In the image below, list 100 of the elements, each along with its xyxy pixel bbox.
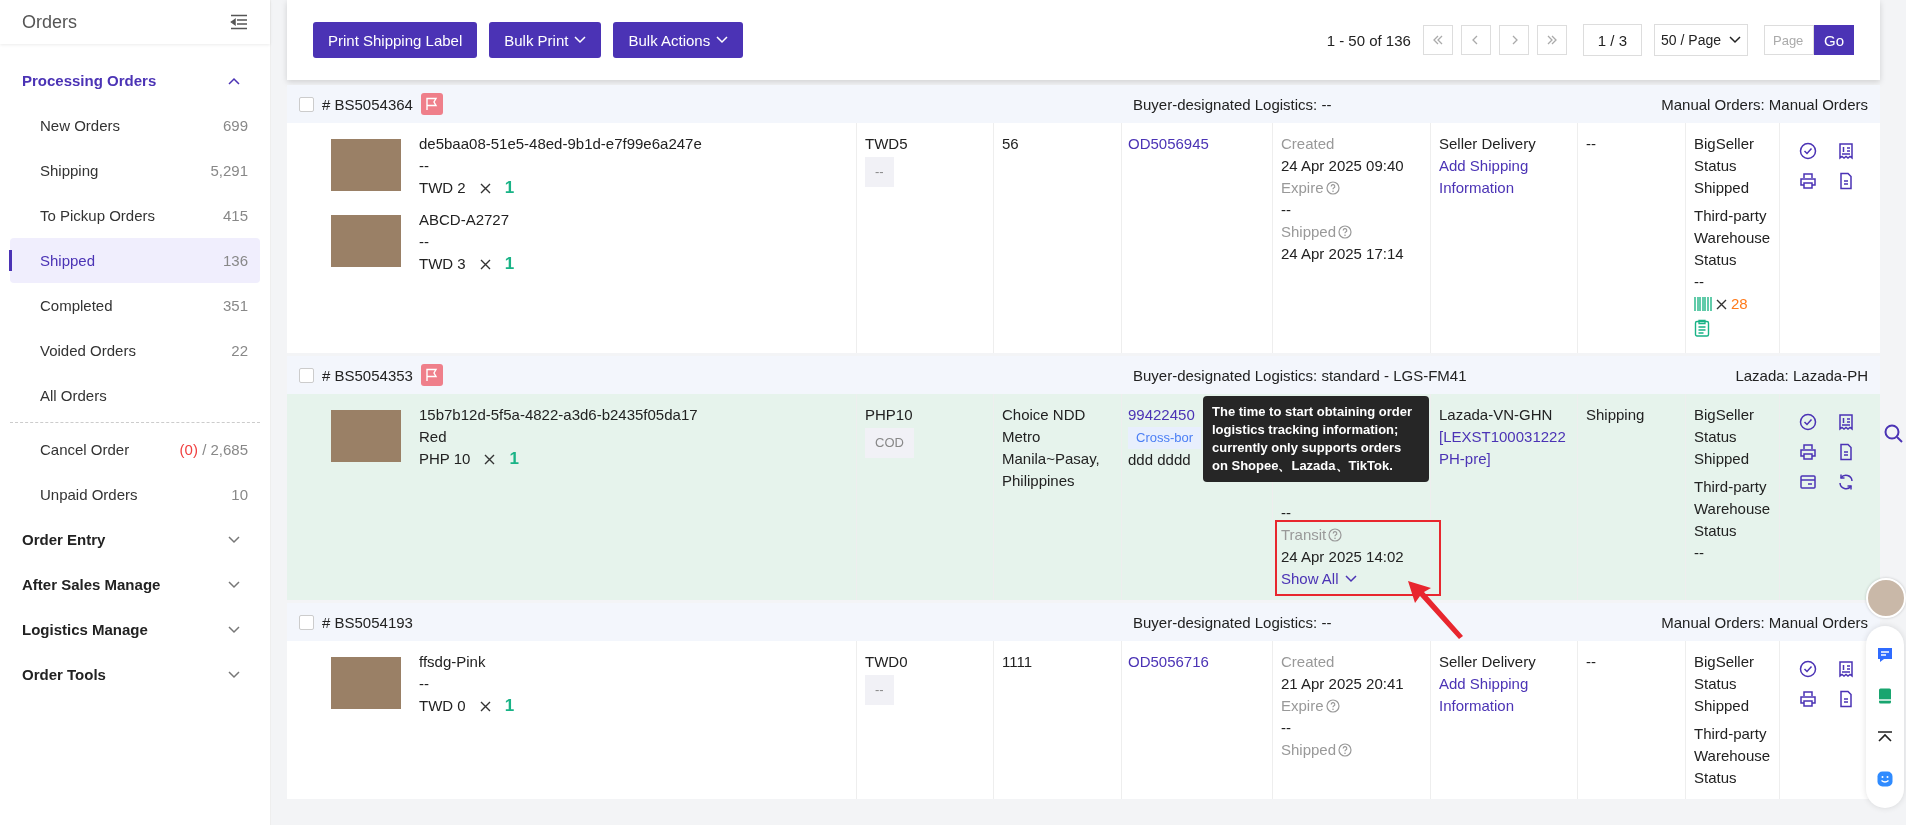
- collapse-menu-icon[interactable]: [230, 14, 248, 30]
- time-label: Shipped: [1281, 222, 1337, 242]
- tracking-status: Shipping: [1586, 405, 1646, 425]
- item-label: New Orders: [40, 117, 121, 134]
- tracking-status: --: [1586, 134, 1597, 154]
- book-icon[interactable]: [1876, 687, 1894, 706]
- check-circle-icon[interactable]: [1798, 659, 1818, 679]
- product-variant: --: [419, 232, 430, 252]
- chevron-icon: [228, 76, 240, 85]
- action-button[interactable]: Bulk Actions: [613, 22, 744, 58]
- product-price: PHP 10: [419, 449, 471, 469]
- help-icon[interactable]: [1328, 528, 1343, 542]
- printer-icon[interactable]: [1798, 171, 1818, 191]
- photo-placeholder: [331, 410, 401, 462]
- sidebar-group[interactable]: Logistics Manage: [0, 607, 270, 652]
- product-quantity: 1: [504, 695, 515, 717]
- order-source: Manual Orders: Manual Orders: [1661, 95, 1868, 113]
- order-number: # BS5054364: [322, 95, 413, 113]
- action-button[interactable]: Bulk Print: [489, 22, 602, 58]
- help-icon[interactable]: [1325, 181, 1340, 195]
- order-status: BigSeller Status Shipped: [1694, 134, 1756, 198]
- payment-tag: --: [865, 157, 894, 187]
- help-icon[interactable]: [1325, 699, 1340, 713]
- sidebar-group[interactable]: Processing Orders: [0, 58, 270, 103]
- chat-icon[interactable]: [1876, 645, 1894, 664]
- time-value: 24 Apr 2025 14:02: [1281, 547, 1405, 567]
- show-all-link[interactable]: Show All: [1281, 568, 1357, 590]
- receipt-icon[interactable]: [1836, 659, 1856, 679]
- page-summary: 1 - 50 of 136: [1326, 31, 1411, 49]
- go-button[interactable]: Go: [1814, 25, 1854, 55]
- sidebar-item[interactable]: All Orders: [10, 373, 260, 418]
- sidebar-group[interactable]: After Sales Manage: [0, 562, 270, 607]
- item-label: All Orders: [40, 387, 107, 404]
- sidebar-item[interactable]: New Orders 699: [10, 103, 260, 148]
- shipping-link[interactable]: Add Shipping Information: [1439, 673, 1569, 717]
- multiply-icon: [479, 182, 491, 194]
- product-price: TWD 3: [419, 254, 466, 274]
- logistics-label: Buyer-designated Logistics: standard - LGS-FM41: [1133, 366, 1468, 384]
- smile-icon[interactable]: [1876, 770, 1894, 789]
- item-count: 351: [222, 297, 248, 314]
- photo-placeholder: [331, 215, 401, 267]
- caret-icon: [1344, 575, 1357, 583]
- receipt-icon[interactable]: [1836, 412, 1856, 432]
- product-price: TWD 0: [419, 696, 466, 716]
- sidebar-item[interactable]: Completed 351: [10, 283, 260, 328]
- time-value: --: [1281, 503, 1292, 523]
- order-link[interactable]: OD5056945: [1128, 133, 1264, 155]
- search-icon[interactable]: [1884, 424, 1904, 444]
- order-number: # BS5054353: [322, 366, 413, 384]
- logistics-label: Buyer-designated Logistics: --: [1133, 95, 1333, 113]
- page-size-select[interactable]: 50 / Page: [1654, 24, 1748, 56]
- order-status: BigSeller Status Shipped: [1694, 405, 1756, 469]
- product-variant: --: [419, 156, 430, 176]
- order-amount: TWD0: [865, 652, 909, 672]
- warehouse-status: Third-party Warehouse Status: [1694, 724, 1771, 788]
- flag-icon[interactable]: [420, 364, 443, 386]
- shipping-link[interactable]: Add Shipping Information: [1439, 155, 1569, 199]
- tooltip: The time to start obtaining order logistics tracking information; currently only supports orders on Shopee、Lazada、TikTok.: [1203, 396, 1429, 482]
- help-icon[interactable]: [1338, 743, 1353, 757]
- barcode-icon: [1694, 297, 1712, 311]
- order-checkbox[interactable]: [299, 96, 314, 112]
- sidebar-item[interactable]: Shipped 136: [10, 238, 260, 283]
- flag-icon[interactable]: [420, 93, 443, 115]
- sidebar-item[interactable]: Shipping 5,291: [10, 148, 260, 193]
- product-quantity: 1: [509, 448, 519, 470]
- chevron-icon: [228, 625, 240, 634]
- sidebar-group[interactable]: Order Entry: [0, 517, 270, 562]
- logistics-label: Buyer-designated Logistics: --: [1133, 613, 1333, 631]
- card-icon[interactable]: [1798, 472, 1818, 492]
- payment-tag: --: [865, 675, 894, 705]
- receipt-icon[interactable]: [1836, 141, 1856, 161]
- action-button[interactable]: Print Shipping Label: [313, 22, 478, 58]
- order-number: # BS5054193: [322, 613, 413, 631]
- shipping-method: Seller Delivery: [1439, 134, 1537, 154]
- order-checkbox[interactable]: [299, 367, 314, 383]
- check-circle-icon[interactable]: [1798, 141, 1818, 161]
- order-checkbox[interactable]: [299, 614, 314, 630]
- warehouse-value: --: [1694, 543, 1705, 563]
- product-quantity: 1: [504, 177, 515, 199]
- current-page-indicator[interactable]: 1 / 3: [1582, 24, 1643, 56]
- shipping-link[interactable]: [LEXST100031222 PH-pre]: [1439, 426, 1569, 470]
- sidebar-item[interactable]: Unpaid Orders 10: [10, 472, 260, 517]
- sidebar-item[interactable]: Voided Orders 22: [10, 328, 260, 373]
- item-label: Completed: [40, 297, 113, 314]
- double-chevron-left-icon: [1431, 35, 1444, 45]
- product-price: TWD 2: [419, 178, 466, 198]
- item-count: 415: [222, 207, 248, 224]
- printer-icon[interactable]: [1798, 689, 1818, 709]
- check-circle-icon[interactable]: [1798, 412, 1818, 432]
- help-icon[interactable]: [1338, 225, 1353, 239]
- time-label: Created: [1281, 134, 1335, 154]
- page-jump-field[interactable]: Page: [1764, 25, 1814, 55]
- refresh-icon[interactable]: [1836, 472, 1856, 492]
- item-label: Unpaid Orders: [40, 486, 138, 503]
- sidebar-item[interactable]: To Pickup Orders 415: [10, 193, 260, 238]
- printer-icon[interactable]: [1798, 442, 1818, 462]
- sidebar-item[interactable]: Cancel Order (0) / 2,685: [10, 427, 260, 472]
- clipboard-icon[interactable]: [1694, 319, 1710, 337]
- order-link[interactable]: OD5056716: [1128, 651, 1264, 673]
- sidebar-group[interactable]: Order Tools: [0, 652, 270, 697]
